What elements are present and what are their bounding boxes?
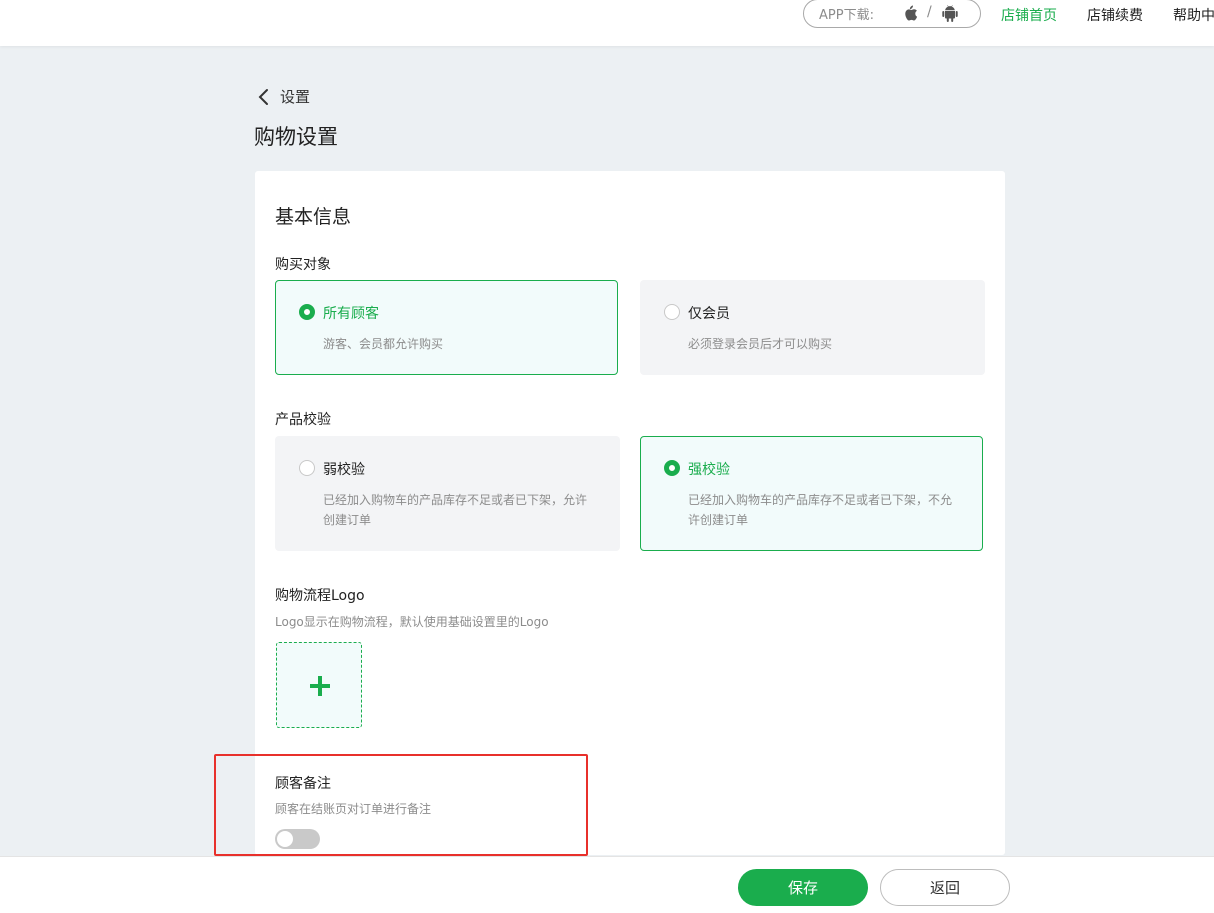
radio-all-customers[interactable] [299, 304, 315, 320]
highlight-box [214, 754, 588, 856]
footer-bar: 保存 返回 [0, 856, 1214, 913]
radio-strong-check[interactable] [664, 460, 680, 476]
nav-help-center[interactable]: 帮助中 [1173, 5, 1214, 25]
option-desc-line: 已经加入购物车的产品库存不足或者已下架，允许 [323, 493, 588, 507]
option-all-customers[interactable]: 所有顾客 游客、会员都允许购买 [275, 280, 618, 375]
option-title: 弱校验 [323, 462, 365, 478]
breadcrumb-settings[interactable]: 设置 [280, 86, 310, 107]
radio-weak-check[interactable] [299, 460, 315, 476]
apple-icon[interactable] [902, 4, 918, 26]
settings-card: 基本信息 购买对象 所有顾客 游客、会员都允许购买 仅会员 必须登录会员后才可以… [255, 171, 1005, 855]
nav-store-renewal[interactable]: 店铺续费 [1087, 5, 1143, 25]
logo-upload-button[interactable] [276, 642, 362, 728]
option-title: 所有顾客 [323, 306, 379, 322]
option-weak-check[interactable]: 弱校验 已经加入购物车的产品库存不足或者已下架，允许 创建订单 [275, 436, 620, 551]
option-desc: 已经加入购物车的产品库存不足或者已下架，不允 许创建订单 [688, 490, 952, 530]
option-desc-line: 已经加入购物车的产品库存不足或者已下架，不允 [688, 493, 953, 507]
logo-label: 购物流程Logo [275, 588, 365, 604]
app-download-label: APP下载: [819, 8, 874, 23]
top-bar: APP下载: / 店铺首页 店铺续费 帮助中 [0, 0, 1214, 46]
option-members-only[interactable]: 仅会员 必须登录会员后才可以购买 [640, 280, 985, 375]
back-button[interactable]: 返回 [880, 869, 1010, 906]
breadcrumb[interactable]: 设置 [255, 86, 310, 107]
option-desc-line: 创建订单 [323, 513, 372, 527]
option-title: 强校验 [688, 462, 730, 478]
option-desc-line: 许创建订单 [688, 513, 749, 527]
nav-store-home[interactable]: 店铺首页 [1001, 5, 1057, 25]
separator: / [927, 4, 932, 20]
option-desc: 必须登录会员后才可以购买 [688, 337, 833, 351]
plus-icon-vertical [318, 676, 322, 696]
android-icon[interactable] [942, 4, 958, 26]
logo-hint: Logo显示在购物流程，默认使用基础设置里的Logo [275, 615, 549, 629]
page-title: 购物设置 [254, 125, 338, 149]
option-desc: 游客、会员都允许购买 [323, 337, 444, 351]
purchase-target-label: 购买对象 [275, 257, 331, 273]
app-download-pill: APP下载: / [803, 0, 981, 28]
option-desc: 已经加入购物车的产品库存不足或者已下架，允许 创建订单 [323, 490, 587, 530]
chevron-left-icon[interactable] [255, 87, 273, 107]
option-strong-check[interactable]: 强校验 已经加入购物车的产品库存不足或者已下架，不允 许创建订单 [640, 436, 983, 551]
section-title: 基本信息 [275, 206, 352, 228]
save-button[interactable]: 保存 [738, 869, 868, 906]
option-title: 仅会员 [688, 306, 730, 322]
radio-members-only[interactable] [664, 304, 680, 320]
product-check-label: 产品校验 [275, 412, 331, 428]
